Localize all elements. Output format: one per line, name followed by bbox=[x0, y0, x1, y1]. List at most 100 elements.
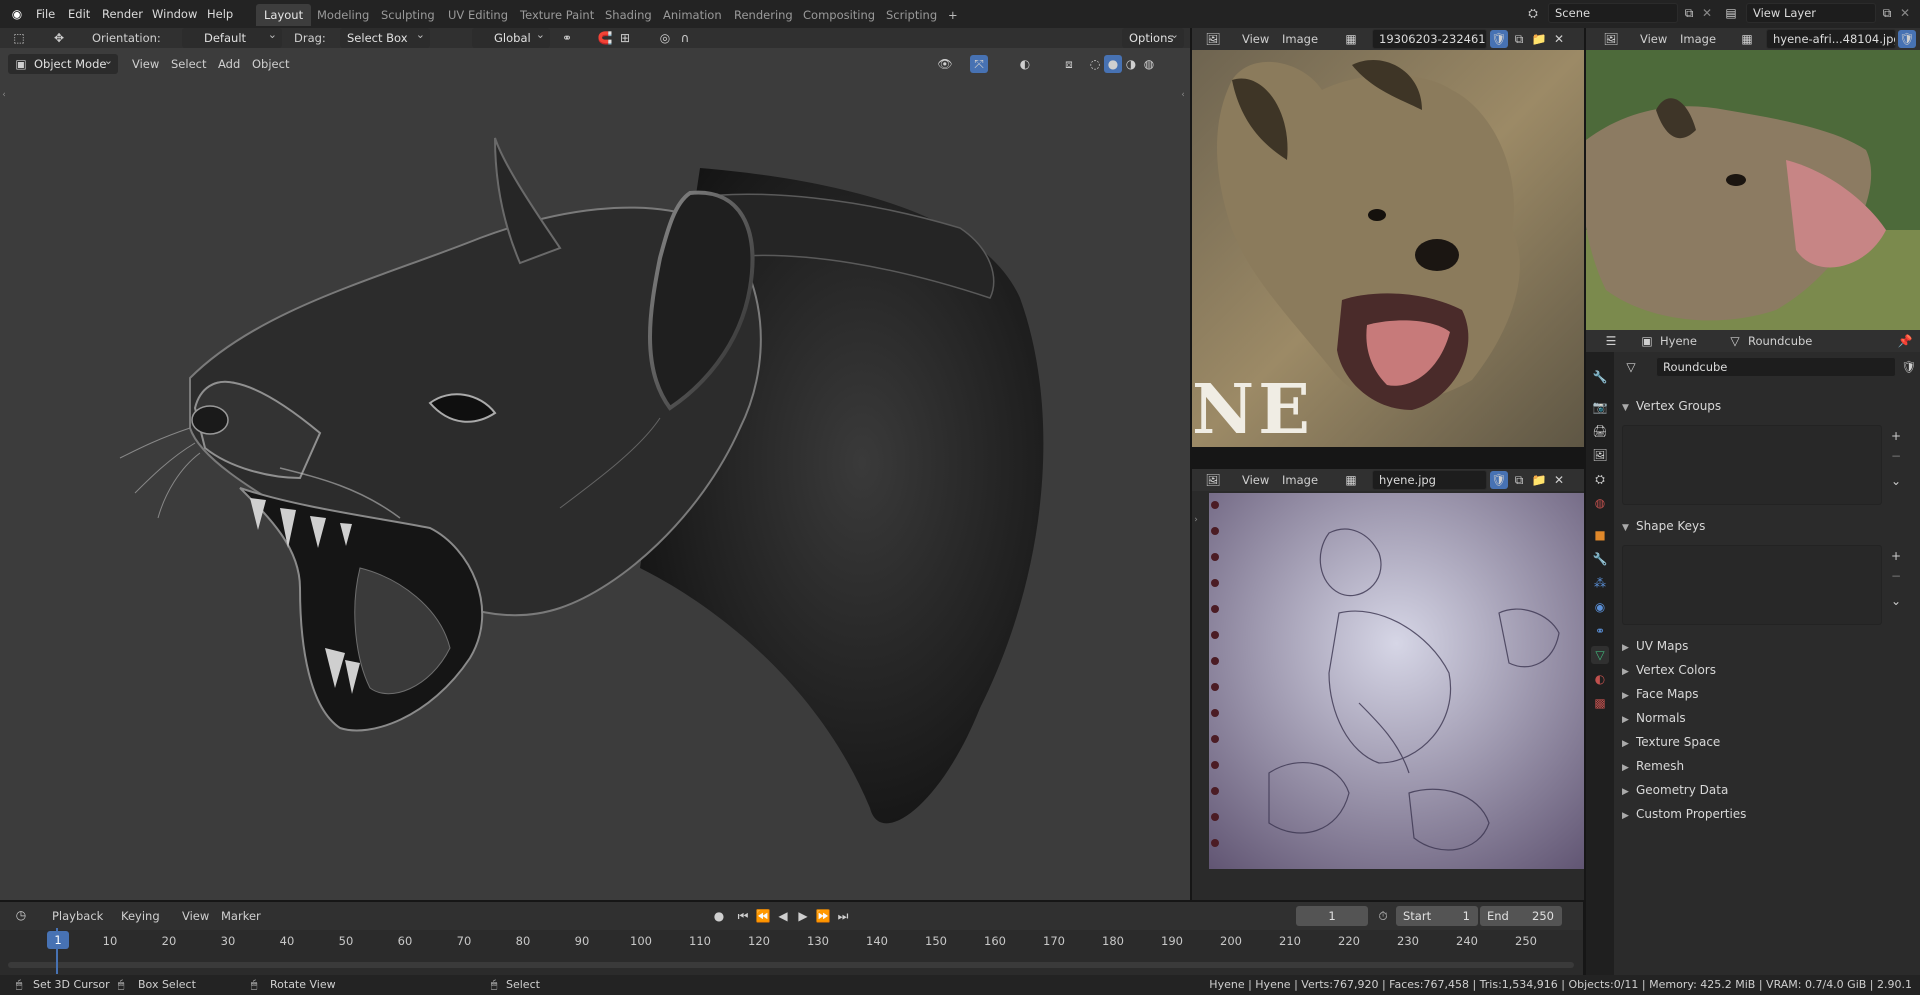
menu-edit[interactable]: Edit bbox=[62, 4, 96, 24]
3d-viewport[interactable]: Object Mode ▣ View Select Add Object 👁 ⤧… bbox=[0, 48, 1190, 900]
image-editor-type-icon[interactable]: 🖼 bbox=[1204, 30, 1222, 48]
timeline-scrollbar[interactable] bbox=[8, 962, 1574, 968]
tab-shading[interactable]: Shading bbox=[597, 4, 660, 26]
image-editor-type-icon[interactable]: 🖼 bbox=[1602, 30, 1620, 48]
image-editor-1-image-menu[interactable]: Image bbox=[1282, 29, 1318, 49]
image-editor-type-icon[interactable]: 🖼 bbox=[1204, 471, 1222, 489]
image-browse-icon[interactable]: ▦ bbox=[1342, 30, 1360, 48]
view-layer-icon[interactable]: ▤ bbox=[1722, 4, 1740, 22]
snap-icon[interactable]: 🧲 bbox=[596, 29, 614, 47]
drag-dropdown[interactable]: Select Box bbox=[340, 25, 430, 48]
orientation-dropdown[interactable]: Default bbox=[182, 25, 282, 48]
render-tab-icon[interactable]: 📷 bbox=[1591, 398, 1609, 416]
panel-custom-properties[interactable]: ▶ Custom Properties bbox=[1622, 803, 1907, 825]
image-editor-3[interactable]: › bbox=[1192, 491, 1584, 900]
start-frame-field[interactable]: Start 1 bbox=[1396, 906, 1478, 926]
panel-vertex-colors[interactable]: ▶ Vertex Colors bbox=[1622, 659, 1907, 681]
add-shape-key-icon[interactable]: + bbox=[1887, 547, 1905, 565]
mesh-name-field[interactable]: Roundcube bbox=[1656, 357, 1896, 377]
editor-type-icon[interactable]: ⬚ bbox=[10, 29, 28, 47]
tab-sculpting[interactable]: Sculpting bbox=[373, 4, 443, 26]
timeline-menu-keying[interactable]: Keying bbox=[121, 906, 160, 926]
current-frame-field[interactable]: 1 bbox=[1296, 906, 1368, 926]
image-editor-2-filename[interactable]: hyene-afri...48104.jpg bbox=[1766, 29, 1896, 49]
jump-keyframe-back-icon[interactable]: ⏪ bbox=[754, 907, 772, 925]
panel-shape-keys[interactable]: ▼ Shape Keys bbox=[1622, 515, 1907, 537]
blender-logo-icon[interactable]: ◉ bbox=[8, 5, 26, 23]
auto-keying-icon[interactable]: ● bbox=[710, 907, 728, 925]
vertex-groups-list[interactable] bbox=[1622, 425, 1882, 505]
image-editor-3-filename[interactable]: hyene.jpg bbox=[1372, 470, 1487, 490]
fake-user-icon[interactable]: 🛡 bbox=[1900, 358, 1918, 376]
tab-animation[interactable]: Animation bbox=[655, 4, 730, 26]
material-tab-icon[interactable]: ◐ bbox=[1591, 670, 1609, 688]
output-tab-icon[interactable]: 🖨 bbox=[1591, 422, 1609, 440]
image-editor-1-filename[interactable]: 19306203-232461... bbox=[1372, 29, 1487, 49]
timeline-menu-view[interactable]: View bbox=[182, 906, 209, 926]
image-editor-2-image-menu[interactable]: Image bbox=[1680, 29, 1716, 49]
image-editor-2[interactable] bbox=[1582, 50, 1920, 330]
image-editor-1[interactable]: NE bbox=[1192, 50, 1584, 447]
transform-orientation-dropdown[interactable]: Global bbox=[472, 25, 550, 48]
scene-field[interactable]: Scene bbox=[1548, 3, 1678, 23]
tab-modeling[interactable]: Modeling bbox=[309, 4, 377, 26]
add-workspace-button[interactable]: + bbox=[940, 4, 966, 26]
shape-keys-list[interactable] bbox=[1622, 545, 1882, 625]
open-image-icon[interactable]: 📁 bbox=[1530, 30, 1548, 48]
fake-user-icon[interactable]: 🛡 bbox=[1490, 471, 1508, 489]
panel-face-maps[interactable]: ▶ Face Maps bbox=[1622, 683, 1907, 705]
image-editor-1-view-menu[interactable]: View bbox=[1242, 29, 1269, 49]
timeline-menu-marker[interactable]: Marker bbox=[221, 906, 261, 926]
image-toolbar-expand-icon[interactable]: › bbox=[1192, 511, 1200, 529]
jump-keyframe-forward-icon[interactable]: ⏩ bbox=[814, 907, 832, 925]
menu-render[interactable]: Render bbox=[96, 4, 149, 24]
tab-texture-paint[interactable]: Texture Paint bbox=[512, 4, 602, 26]
options-dropdown[interactable]: Options bbox=[1122, 25, 1184, 48]
duplicate-image-icon[interactable]: ⧉ bbox=[1510, 30, 1528, 48]
delete-scene-icon[interactable]: ✕ bbox=[1698, 4, 1716, 22]
pivot-icon[interactable]: ⚭ bbox=[558, 29, 576, 47]
image-editor-3-image-menu[interactable]: Image bbox=[1282, 470, 1318, 490]
scene-tab-icon[interactable]: ⛭ bbox=[1591, 470, 1609, 488]
vertex-group-specials-icon[interactable]: ⌄ bbox=[1887, 472, 1905, 490]
new-view-layer-icon[interactable]: ⧉ bbox=[1878, 4, 1896, 22]
timeline-editor-type-icon[interactable]: ◷ bbox=[12, 906, 30, 924]
sidebar-expand-icon[interactable]: ‹ bbox=[1178, 86, 1188, 104]
play-icon[interactable]: ▶ bbox=[794, 907, 812, 925]
open-image-icon[interactable]: 📁 bbox=[1530, 471, 1548, 489]
object-tab-icon[interactable]: ■ bbox=[1591, 526, 1609, 544]
preview-range-icon[interactable]: ⏱ bbox=[1374, 907, 1392, 925]
scene-icon[interactable]: ⛭ bbox=[1524, 4, 1542, 22]
mesh-data-tab-icon[interactable]: ▽ bbox=[1591, 646, 1609, 664]
tab-rendering[interactable]: Rendering bbox=[726, 4, 801, 26]
menu-window[interactable]: Window bbox=[146, 4, 203, 24]
view-layer-field[interactable]: View Layer bbox=[1746, 3, 1876, 23]
fake-user-icon[interactable]: 🛡 bbox=[1490, 30, 1508, 48]
menu-help[interactable]: Help bbox=[201, 4, 239, 24]
fake-user-icon[interactable]: 🛡 bbox=[1898, 30, 1916, 48]
tab-scripting[interactable]: Scripting bbox=[878, 4, 945, 26]
image-browse-icon[interactable]: ▦ bbox=[1342, 471, 1360, 489]
proportional-editing-icon[interactable]: ◎ bbox=[656, 29, 674, 47]
texture-tab-icon[interactable]: ▩ bbox=[1591, 694, 1609, 712]
panel-texture-space[interactable]: ▶ Texture Space bbox=[1622, 731, 1907, 753]
tab-layout[interactable]: Layout bbox=[256, 4, 312, 26]
menu-file[interactable]: File bbox=[30, 4, 61, 24]
mesh-browse-icon[interactable]: ▽ bbox=[1622, 358, 1640, 376]
panel-normals[interactable]: ▶ Normals bbox=[1622, 707, 1907, 729]
shape-key-specials-icon[interactable]: ⌄ bbox=[1887, 592, 1905, 610]
panel-vertex-groups[interactable]: ▼ Vertex Groups bbox=[1622, 395, 1907, 417]
properties-editor-type-icon[interactable]: ☰ bbox=[1602, 332, 1620, 350]
tab-compositing[interactable]: Compositing bbox=[795, 4, 883, 26]
timeline-menu-playback[interactable]: Playback bbox=[52, 906, 103, 926]
modifiers-tab-icon[interactable]: 🔧 bbox=[1591, 550, 1609, 568]
remove-vertex-group-icon[interactable]: − bbox=[1887, 447, 1905, 465]
image-browse-icon[interactable]: ▦ bbox=[1738, 30, 1756, 48]
hyena-sculpt-model[interactable] bbox=[0, 48, 1190, 900]
tab-uv-editing[interactable]: UV Editing bbox=[440, 4, 516, 26]
world-tab-icon[interactable]: ◍ bbox=[1591, 494, 1609, 512]
physics-tab-icon[interactable]: ◉ bbox=[1591, 598, 1609, 616]
move-tool-icon[interactable]: ✥ bbox=[50, 29, 68, 47]
unlink-image-icon[interactable]: ✕ bbox=[1550, 30, 1568, 48]
view-layer-tab-icon[interactable]: 🖼 bbox=[1591, 446, 1609, 464]
